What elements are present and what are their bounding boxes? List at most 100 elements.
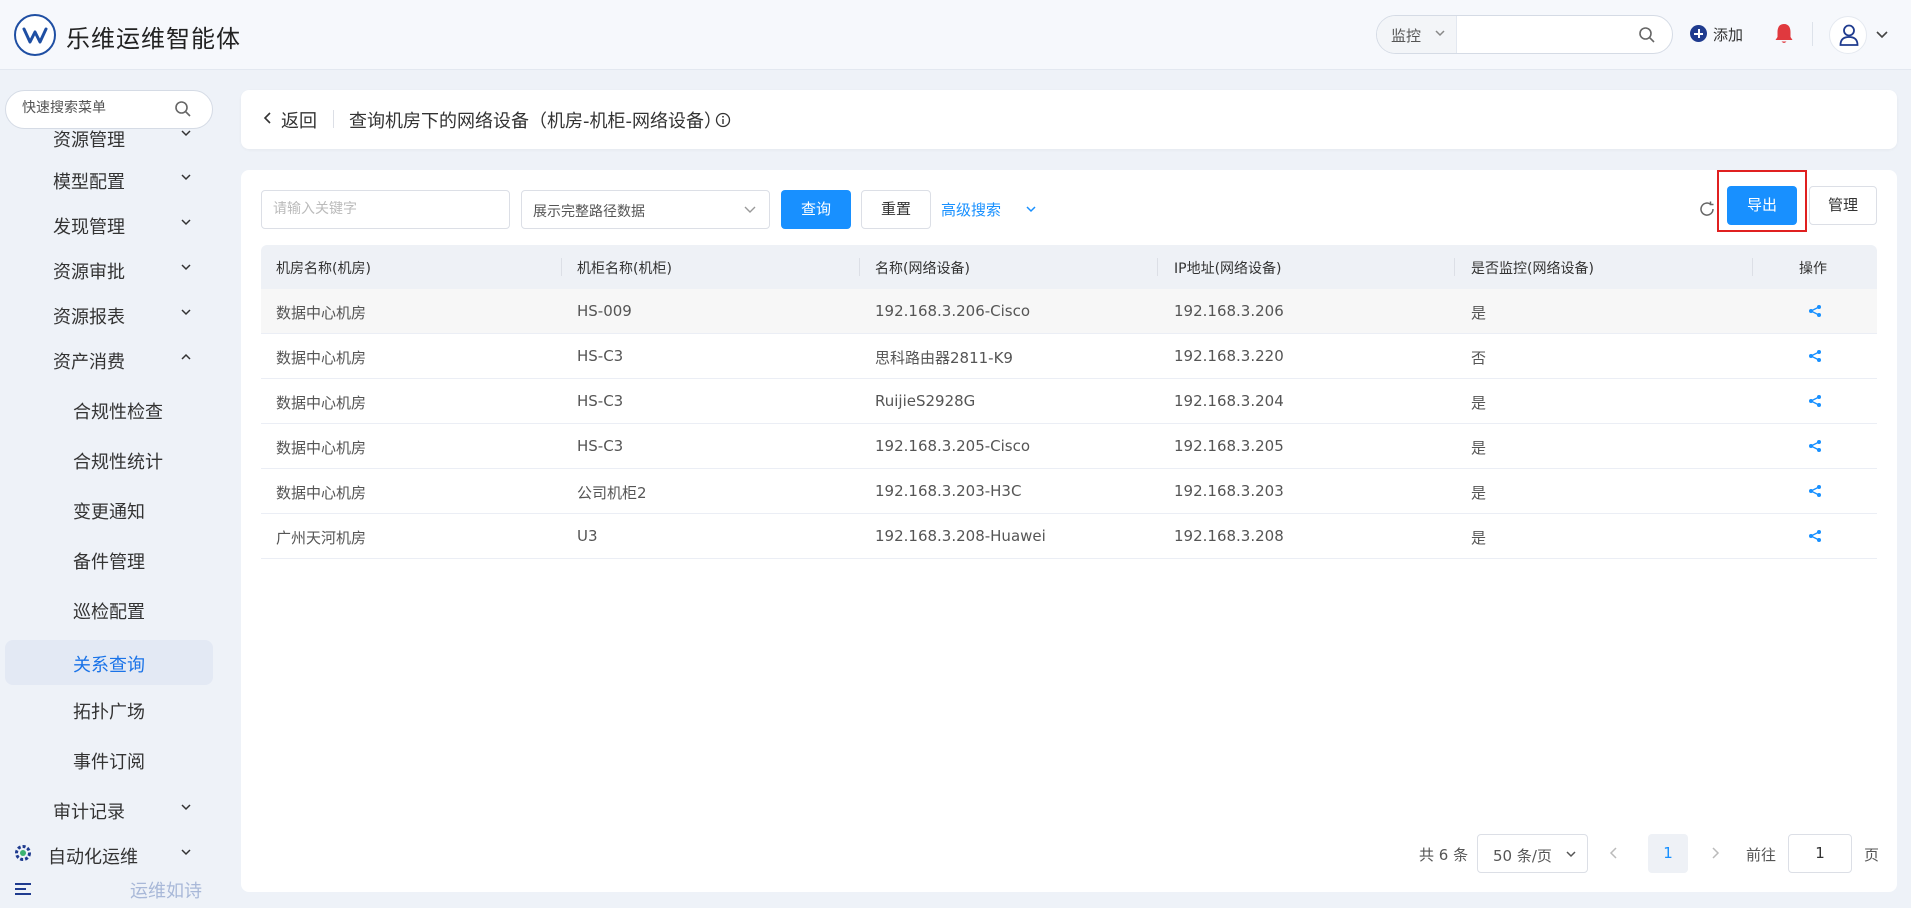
sidebar-item-label: 关系查询 [73,655,145,676]
chevron-down-icon [744,206,756,213]
cell-room: 数据中心机房 [276,349,367,367]
sidebar-item-change-notice[interactable]: 变更通知 [0,490,214,528]
total-count: 共 6 条 [1419,846,1469,864]
sidebar-item-label: 合规性检查 [73,402,163,423]
query-button[interactable]: 查询 [781,190,851,229]
header-divider [1812,22,1813,46]
cell-room: 数据中心机房 [276,394,367,412]
main-panel: 展示完整路径数据 查询 重置 高级搜索 导出 管理 机房名称(机房) 机柜名称(… [241,170,1897,892]
collapse-menu-icon[interactable] [14,881,32,897]
pagination: 共 6 条 50 条/页 1 前往 1 页 [241,834,1897,874]
cell-ip: 192.168.3.203 [1174,482,1284,500]
cell-monitored: 是 [1471,439,1487,457]
menu-search-input[interactable] [22,100,172,116]
cell-device-name: 192.168.3.208-Huawei [875,527,1046,545]
table-row[interactable]: 数据中心机房 HS-C3 RuijieS2928G 192.168.3.204 … [261,379,1877,424]
share-icon[interactable] [1808,394,1822,408]
table-row[interactable]: 数据中心机房 HS-C3 192.168.3.205-Cisco 192.168… [261,424,1877,469]
column-header: 名称(网络设备) [875,261,970,277]
reset-button[interactable]: 重置 [861,190,931,229]
advanced-search-toggle[interactable]: 高级搜索 [941,199,1036,221]
sidebar-item-model-config[interactable]: 模型配置 [0,160,214,198]
search-icon[interactable] [1638,26,1656,44]
bell-icon[interactable] [1774,23,1794,45]
sidebar-item-resource-approval[interactable]: 资源审批 [0,250,214,288]
goto-label: 前往 [1746,846,1777,864]
sidebar-item-label: 资源审批 [53,262,125,283]
search-type-select[interactable]: 监控 [1377,16,1457,53]
sidebar-item-automation-ops[interactable]: 自动化运维 [0,835,214,873]
share-icon[interactable] [1808,349,1822,363]
cell-cabinet: HS-009 [577,302,632,320]
sidebar-item-spare-parts[interactable]: 备件管理 [0,540,214,578]
column-header: 操作 [1799,261,1827,277]
table-row[interactable]: 数据中心机房 公司机柜2 192.168.3.203-H3C 192.168.3… [261,469,1877,514]
page-size-select[interactable]: 50 条/页 [1477,834,1588,873]
cell-ip: 192.168.3.204 [1174,392,1284,410]
global-search: 监控 [1376,15,1673,54]
sidebar-item-label: 备件管理 [73,552,145,573]
chevron-down-icon [181,174,191,181]
prev-page-icon[interactable] [1608,845,1620,861]
cell-monitored: 否 [1471,349,1487,367]
table-row[interactable]: 数据中心机房 HS-009 192.168.3.206-Cisco 192.16… [261,289,1877,334]
sidebar-item-label: 自动化运维 [48,847,138,868]
chevron-down-icon [1026,206,1036,213]
cell-cabinet: U3 [577,527,598,545]
sidebar-item-audit-log[interactable]: 审计记录 [0,790,214,828]
sidebar-item-label: 资产消费 [53,352,125,373]
info-icon[interactable] [715,112,731,128]
chevron-left-icon [263,112,271,124]
cell-monitored: 是 [1471,394,1487,412]
sidebar-item-label: 资源管理 [53,130,125,151]
export-button[interactable]: 导出 [1727,186,1797,225]
sidebar-footer-slogan: 运维如诗 [130,881,202,902]
cell-ip: 192.168.3.205 [1174,437,1284,455]
path-display-select[interactable]: 展示完整路径数据 [521,190,770,229]
search-icon[interactable] [174,100,192,118]
sidebar-item-resource-report[interactable]: 资源报表 [0,295,214,333]
sidebar-item-relation-query[interactable]: 关系查询 [5,640,213,685]
page-number-current[interactable]: 1 [1648,834,1688,873]
user-icon [1839,24,1859,46]
sidebar-item-resource-mgmt[interactable]: 资源管理 [0,126,214,164]
table-header: 机房名称(机房) 机柜名称(机柜) 名称(网络设备) IP地址(网络设备) 是否… [261,245,1877,289]
table-row[interactable]: 广州天河机房 U3 192.168.3.208-Huawei 192.168.3… [261,514,1877,559]
cell-monitored: 是 [1471,529,1487,547]
sidebar-item-discovery[interactable]: 发现管理 [0,205,214,243]
sidebar-item-compliance-check[interactable]: 合规性检查 [0,390,214,428]
share-icon[interactable] [1808,304,1822,318]
page-unit-label: 页 [1864,846,1880,864]
title-bar: 返回 查询机房下的网络设备（机房-机柜-网络设备） [241,90,1897,149]
brand-name: 乐维运维智能体 [66,25,241,53]
sidebar-item-compliance-stats[interactable]: 合规性统计 [0,440,214,478]
sidebar-item-asset-consumption[interactable]: 资产消费 [0,340,214,378]
cell-device-name: 192.168.3.205-Cisco [875,437,1031,455]
page-title: 查询机房下的网络设备（机房-机柜-网络设备） [349,111,722,132]
column-divider [1454,258,1455,276]
manage-button[interactable]: 管理 [1809,186,1877,225]
sidebar-item-label: 拓扑广场 [73,702,145,723]
column-header: 机柜名称(机柜) [577,261,672,277]
share-icon[interactable] [1808,529,1822,543]
cell-device-name: 192.168.3.203-H3C [875,482,1022,500]
next-page-icon[interactable] [1709,845,1721,861]
sidebar-item-event-subscription[interactable]: 事件订阅 [0,740,214,778]
sidebar-item-label: 事件订阅 [73,752,145,773]
sidebar-item-topology-plaza[interactable]: 拓扑广场 [0,690,214,728]
menu-search-box [5,90,213,129]
back-label: 返回 [281,111,317,132]
refresh-icon[interactable] [1698,200,1716,218]
chevron-down-icon[interactable] [1875,29,1889,41]
add-label: 添加 [1713,26,1744,44]
share-icon[interactable] [1808,484,1822,498]
sidebar-item-inspection-config[interactable]: 巡检配置 [0,590,214,628]
keyword-input[interactable] [273,201,493,217]
goto-page-input[interactable]: 1 [1788,834,1852,873]
chevron-down-icon [1435,30,1445,37]
search-type-label: 监控 [1391,27,1422,45]
table-row[interactable]: 数据中心机房 HS-C3 思科路由器2811-K9 192.168.3.220 … [261,334,1877,379]
plus-circle-icon [1690,25,1707,42]
share-icon[interactable] [1808,439,1822,453]
user-avatar[interactable] [1829,16,1867,54]
